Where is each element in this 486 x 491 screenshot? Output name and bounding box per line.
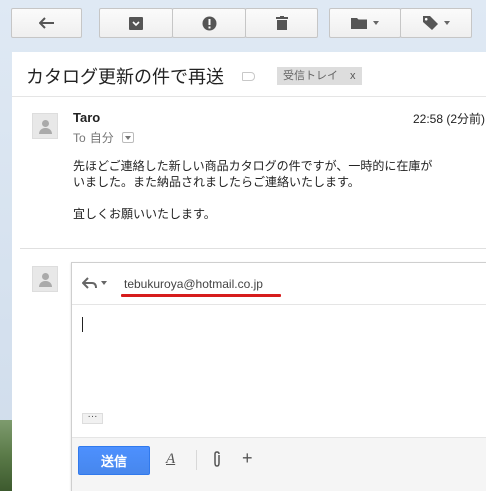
move-to-button[interactable] bbox=[329, 8, 401, 38]
chevron-down-icon bbox=[443, 21, 450, 25]
reply-footer: 送信 A + bbox=[72, 437, 486, 491]
label-chip-text: 受信トレイ bbox=[283, 70, 338, 82]
message-body: 先ほどご連絡した新しい商品カタログの件ですが、一時的に在庫が いました。また納品… bbox=[73, 158, 432, 222]
recipient-row: To 自分 bbox=[73, 129, 134, 146]
back-button[interactable] bbox=[11, 8, 82, 38]
reply-header: tebukuroya@hotmail.co.jp bbox=[72, 263, 486, 305]
sender-avatar bbox=[32, 113, 58, 139]
delete-button[interactable] bbox=[245, 8, 318, 38]
message-time: 22:58 (2分前) bbox=[413, 112, 486, 126]
to-prefix: To bbox=[73, 130, 86, 145]
my-avatar bbox=[32, 266, 58, 292]
reply-recipient[interactable]: tebukuroya@hotmail.co.jp bbox=[124, 277, 263, 291]
labels-button[interactable] bbox=[400, 8, 472, 38]
archive-button[interactable] bbox=[99, 8, 173, 38]
more-options-icon[interactable]: + bbox=[242, 448, 253, 469]
annotation-underline bbox=[121, 294, 281, 297]
label-tag-icon bbox=[422, 16, 438, 30]
subject-row: カタログ更新の件で再送 受信トレイ x bbox=[26, 64, 362, 88]
important-marker-icon[interactable] bbox=[242, 71, 255, 81]
divider bbox=[20, 248, 486, 249]
body-line: 先ほどご連絡した新しい商品カタログの件ですが、一時的に在庫が bbox=[73, 159, 433, 173]
trash-icon bbox=[275, 16, 288, 30]
report-spam-button[interactable] bbox=[172, 8, 246, 38]
send-button[interactable]: 送信 bbox=[78, 446, 150, 475]
background-scenery bbox=[0, 420, 12, 491]
reply-type-dropdown[interactable] bbox=[82, 277, 107, 289]
body-line: いました。また納品されましたらご連絡いたします。 bbox=[73, 175, 360, 189]
reply-arrow-icon bbox=[82, 277, 97, 289]
text-cursor bbox=[82, 317, 83, 332]
folder-icon bbox=[351, 18, 367, 29]
label-chip[interactable]: 受信トレイ x bbox=[277, 67, 362, 85]
divider bbox=[12, 96, 486, 97]
show-details-icon[interactable] bbox=[121, 132, 134, 143]
chevron-down-icon bbox=[373, 21, 379, 25]
chevron-down-icon bbox=[101, 281, 107, 285]
divider bbox=[196, 450, 197, 470]
to-name: 自分 bbox=[89, 131, 114, 145]
message-subject: カタログ更新の件で再送 bbox=[26, 67, 224, 87]
formatting-options-icon[interactable]: A bbox=[166, 451, 175, 468]
paperclip-icon[interactable] bbox=[212, 450, 222, 473]
archive-icon bbox=[129, 16, 143, 30]
label-chip-remove[interactable]: x bbox=[350, 69, 356, 83]
sender-name[interactable]: Taro bbox=[73, 110, 100, 125]
back-arrow-icon bbox=[38, 17, 54, 29]
message-card: カタログ更新の件で再送 受信トレイ x Taro 22:58 (2分前) To … bbox=[12, 52, 486, 491]
show-trimmed-content-button[interactable]: ··· bbox=[82, 412, 103, 424]
report-spam-icon bbox=[202, 16, 216, 30]
reply-box: tebukuroya@hotmail.co.jp ··· 送信 A + bbox=[71, 262, 486, 491]
body-line: 宜しくお願いいたします。 bbox=[73, 207, 216, 221]
